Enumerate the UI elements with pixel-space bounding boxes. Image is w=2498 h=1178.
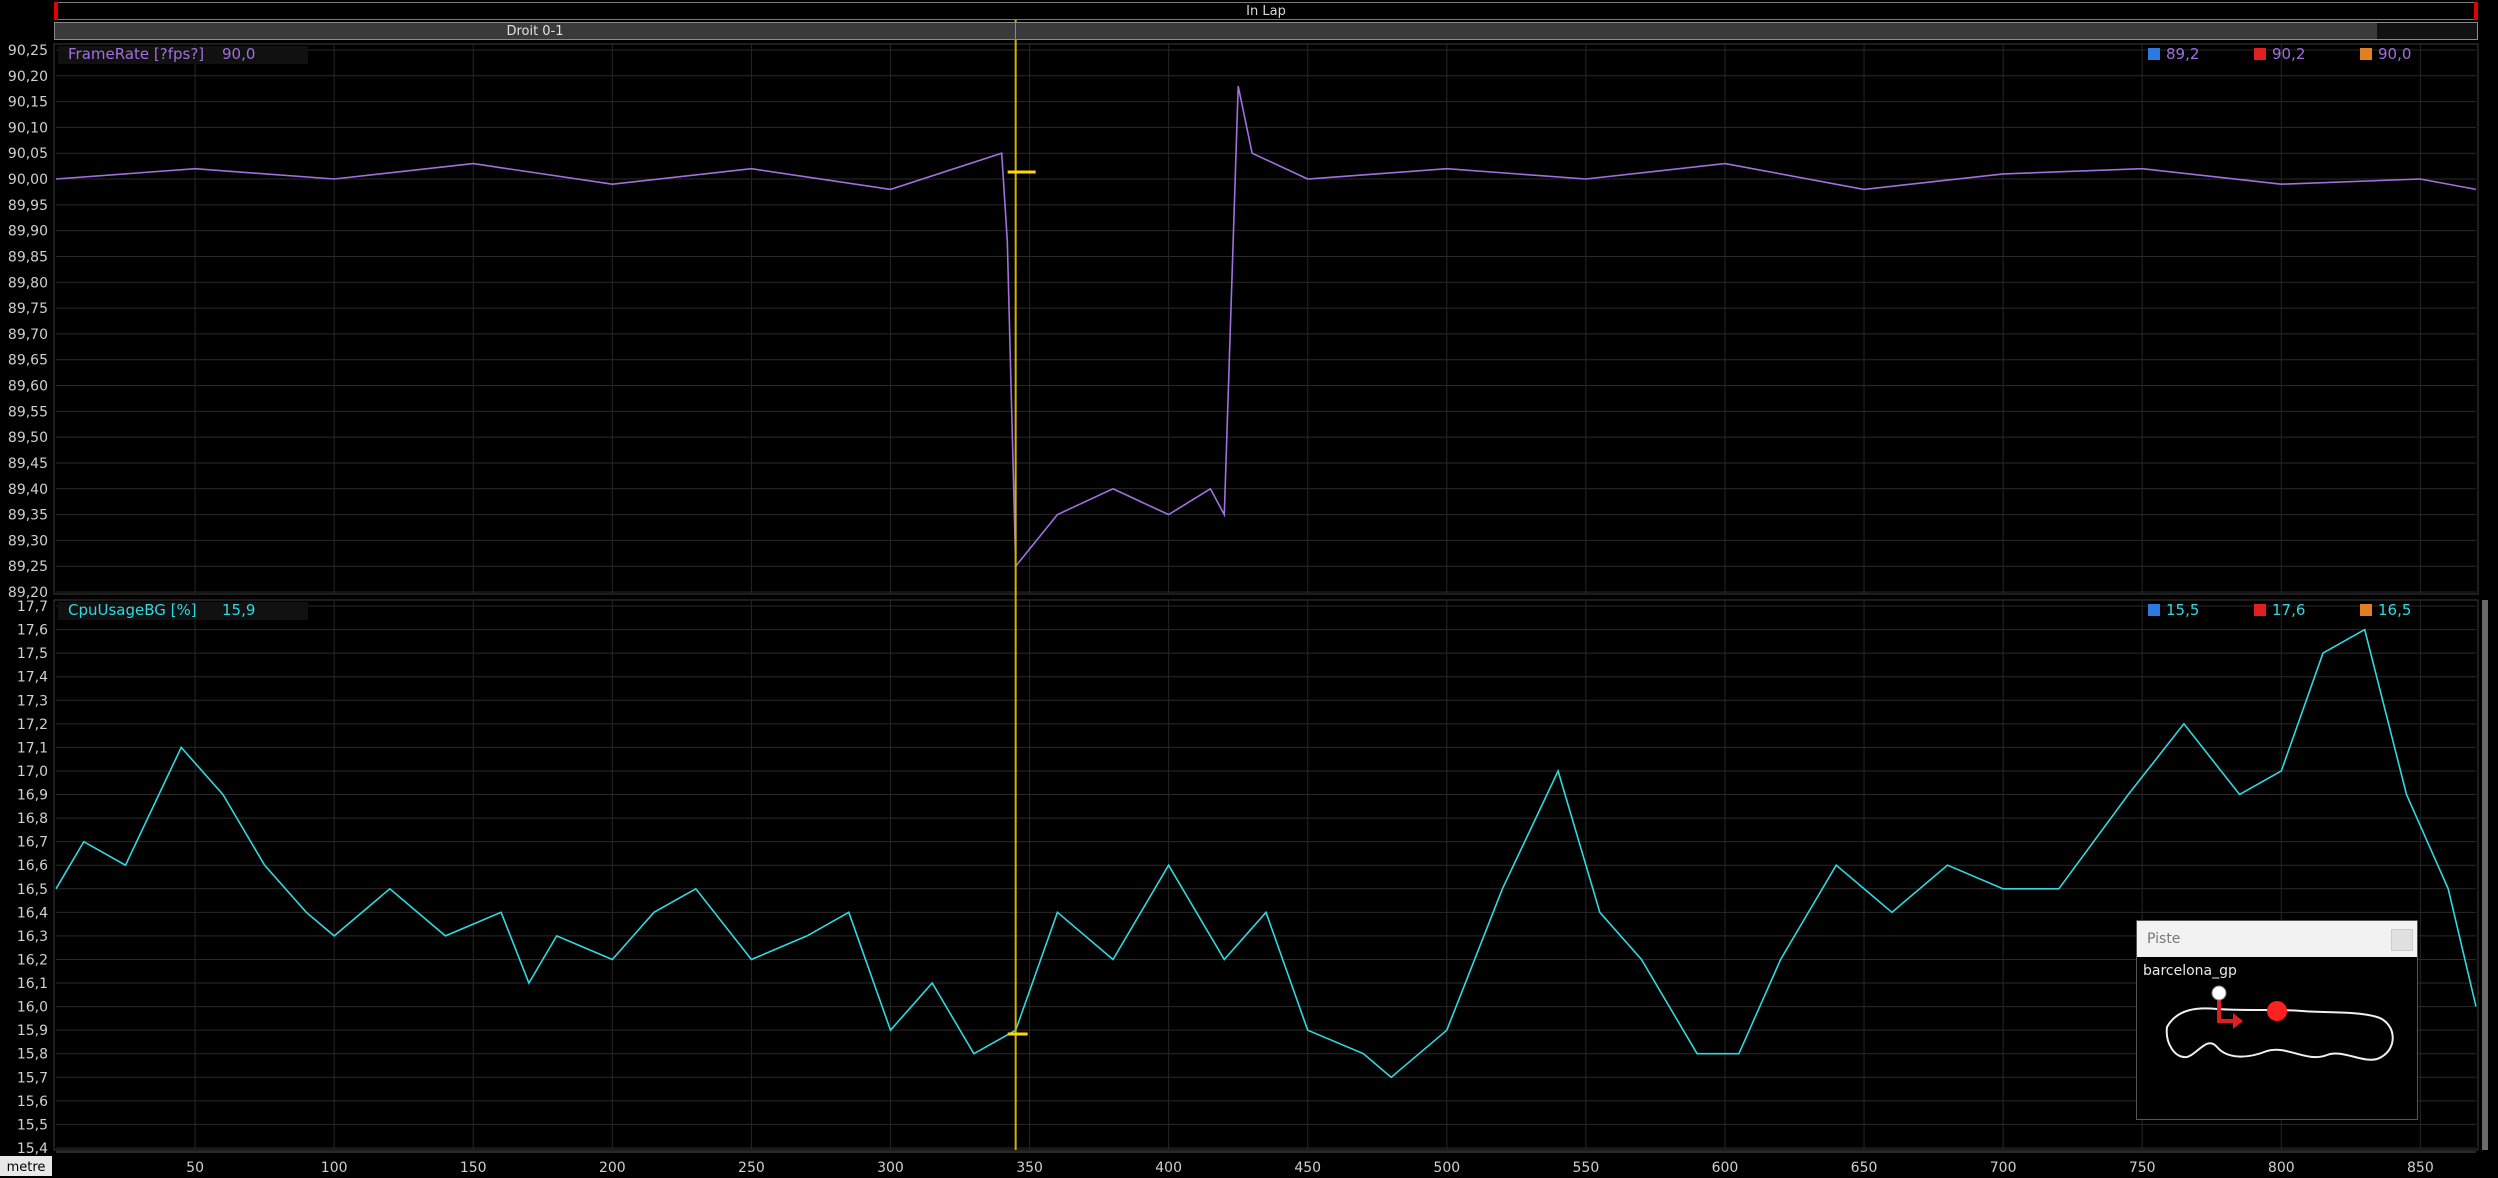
x-tick-label: 350 xyxy=(1016,1160,1043,1176)
y-tick-label: 15,5 xyxy=(17,1117,48,1133)
y-tick-label: 89,45 xyxy=(8,456,48,472)
y-tick-label: 16,1 xyxy=(17,976,48,992)
lap-end-marker[interactable] xyxy=(2474,2,2478,20)
channel-current-value: 90,0 xyxy=(222,45,255,63)
y-tick-label: 89,75 xyxy=(8,301,48,317)
y-tick-label: 90,25 xyxy=(8,43,48,59)
channel-name[interactable]: CpuUsageBG [%] xyxy=(68,601,197,619)
chart-pane[interactable] xyxy=(53,599,2479,1151)
x-tick-label: 300 xyxy=(877,1160,904,1176)
y-tick-label: 90,15 xyxy=(8,95,48,111)
y-tick-label: 89,70 xyxy=(8,327,48,343)
y-tick-label: 16,8 xyxy=(17,811,48,827)
x-tick-label: 500 xyxy=(1433,1160,1460,1176)
y-tick-label: 89,85 xyxy=(8,249,48,265)
min-icon xyxy=(2148,604,2160,616)
flag-icon xyxy=(2211,985,2227,1001)
y-tick-label: 90,10 xyxy=(8,120,48,136)
segment-bar[interactable]: Droit 0-1 xyxy=(54,22,2478,40)
y-tick-label: 16,9 xyxy=(17,788,48,804)
lap-bar[interactable]: In Lap xyxy=(54,2,2478,20)
y-tick-label: 16,7 xyxy=(17,835,48,851)
y-tick-label: 15,7 xyxy=(17,1070,48,1086)
avg-icon xyxy=(2360,604,2372,616)
x-tick-label: 450 xyxy=(1294,1160,1321,1176)
scrollbar[interactable] xyxy=(2482,600,2488,1150)
x-tick-label: 50 xyxy=(186,1160,204,1176)
y-tick-label: 17,0 xyxy=(17,764,48,780)
channel-current-value: 15,9 xyxy=(222,601,255,619)
y-tick-label: 16,2 xyxy=(17,952,48,968)
track-map-icon xyxy=(2165,985,2394,1061)
y-tick-label: 89,95 xyxy=(8,198,48,214)
stat-avg: 16,5 xyxy=(2378,601,2411,619)
y-tick-label: 16,5 xyxy=(17,882,48,898)
y-tick-label: 15,9 xyxy=(17,1023,48,1039)
x-tick-label: 700 xyxy=(1990,1160,2017,1176)
y-tick-label: 89,25 xyxy=(8,559,48,575)
y-tick-label: 17,3 xyxy=(17,693,48,709)
y-tick-label: 15,8 xyxy=(17,1047,48,1063)
x-tick-label: 800 xyxy=(2268,1160,2295,1176)
y-tick-label: 15,6 xyxy=(17,1094,48,1110)
y-tick-label: 90,20 xyxy=(8,69,48,85)
stat-max: 17,6 xyxy=(2272,601,2305,619)
y-tick-label: 90,00 xyxy=(8,172,48,188)
min-icon xyxy=(2148,48,2160,60)
y-tick-label: 89,35 xyxy=(8,508,48,524)
x-tick-label: 200 xyxy=(599,1160,626,1176)
lap-start-marker[interactable] xyxy=(54,2,58,20)
y-tick-label: 16,0 xyxy=(17,1000,48,1016)
y-tick-label: 17,4 xyxy=(17,670,48,686)
close-icon[interactable] xyxy=(2391,929,2413,951)
y-tick-label: 89,40 xyxy=(8,482,48,498)
y-tick-label: 89,50 xyxy=(8,430,48,446)
y-tick-label: 17,6 xyxy=(17,623,48,639)
x-tick-label: 400 xyxy=(1155,1160,1182,1176)
y-tick-label: 15,4 xyxy=(17,1141,48,1157)
x-tick-label: 750 xyxy=(2129,1160,2156,1176)
x-tick-label: 250 xyxy=(738,1160,765,1176)
y-tick-label: 16,6 xyxy=(17,858,48,874)
y-tick-label: 89,55 xyxy=(8,404,48,420)
max-icon xyxy=(2254,48,2266,60)
piste-title-bar[interactable]: Piste xyxy=(2137,921,2417,957)
chart-svg[interactable]: 90,25 90,20 90,15 90,10 90,05 90,00 89,95 89,90… xyxy=(0,0,2498,1178)
stat-avg: 90,0 xyxy=(2378,45,2411,63)
y-tick-label: 16,3 xyxy=(17,929,48,945)
y-tick-label: 17,1 xyxy=(17,740,48,756)
piste-title: Piste xyxy=(2147,931,2181,947)
segment-dark-block xyxy=(2377,23,2477,39)
y-tick-label: 89,60 xyxy=(8,379,48,395)
x-tick-label: 650 xyxy=(1851,1160,1878,1176)
unit-label[interactable]: metre xyxy=(7,1160,46,1175)
y-tick-label: 17,7 xyxy=(17,599,48,615)
segment-label: Droit 0-1 xyxy=(506,24,564,39)
x-tick-label: 150 xyxy=(460,1160,487,1176)
y-tick-label: 17,2 xyxy=(17,717,48,733)
max-icon xyxy=(2254,604,2266,616)
y-tick-label: 89,90 xyxy=(8,224,48,240)
y-tick-label: 16,4 xyxy=(17,905,48,921)
y-tick-label: 90,05 xyxy=(8,146,48,162)
x-tick-label: 550 xyxy=(1573,1160,1600,1176)
x-tick-label: 850 xyxy=(2407,1160,2434,1176)
y-tick-label: 17,5 xyxy=(17,646,48,662)
avg-icon xyxy=(2360,48,2372,60)
x-tick-label: 600 xyxy=(1712,1160,1739,1176)
stat-min: 15,5 xyxy=(2166,601,2199,619)
stat-max: 90,2 xyxy=(2272,45,2305,63)
piste-panel[interactable]: Piste barcelona_gp xyxy=(2136,920,2418,1120)
y-tick-label: 89,30 xyxy=(8,533,48,549)
x-tick-label: 100 xyxy=(321,1160,348,1176)
channel-name[interactable]: FrameRate [?fps?] xyxy=(68,45,204,63)
stat-min: 89,2 xyxy=(2166,45,2199,63)
lap-label: In Lap xyxy=(1246,4,1286,19)
car-position-marker xyxy=(2267,1001,2287,1021)
chart-pane[interactable] xyxy=(53,43,2479,595)
y-tick-label: 89,65 xyxy=(8,353,48,369)
y-tick-label: 89,80 xyxy=(8,275,48,291)
